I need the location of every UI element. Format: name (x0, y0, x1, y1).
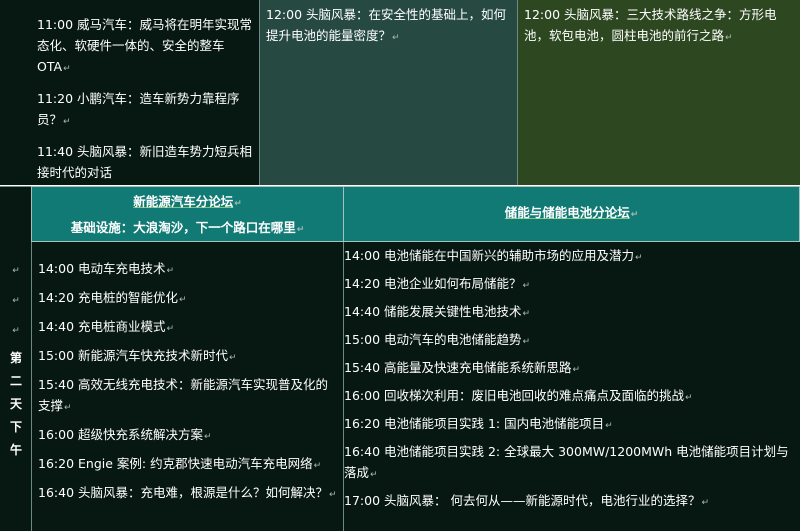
day-label-column: ↵ ↵ ↵ 第 二 天 下 午 (0, 186, 31, 531)
top-day-column (0, 0, 31, 185)
top-middle-cell: 12:00 头脑风暴：在安全性的基础上，如何提升电池的能量密度？↵ (259, 0, 517, 185)
schedule-item: 16:20 Engie 案例: 约克郡快速电动汽车充电网络↵ (38, 456, 322, 471)
top-schedule-cell: 11:00 威马汽车：威马将在明年实现常态化、软硬件一体的、安全的整车OTA↵ … (31, 0, 259, 185)
top-schedule-item: 11:40 头脑风暴：新旧造车势力短兵相接时代的对话 (37, 144, 252, 180)
schedule-item: 14:20 充电桩的智能优化↵ (38, 290, 187, 305)
forum-right-header: 储能与储能电池分论坛↵ (344, 186, 800, 242)
schedule-item: 14:40 储能发展关键性电池技术↵ (344, 304, 531, 319)
schedule-item: 16:00 超级快充系统解决方案↵ (38, 427, 212, 442)
forum-left-header: 新能源汽车分论坛↵ 基础设施：大浪淘沙，下一个路口在哪里↵ (31, 186, 344, 242)
top-schedule-item: 11:20 小鹏汽车：造车新势力靠程序员？↵ (37, 91, 240, 127)
day-paragraph-mark: ↵ (12, 266, 20, 276)
schedule-item: 16:20 电池储能项目实践 1: 国内电池储能项目↵ (344, 416, 613, 431)
schedule-item: 14:00 电动车充电技术↵ (38, 261, 175, 276)
schedule-item: 15:00 新能源汽车快充技术新时代↵ (38, 348, 237, 363)
schedule-item: 16:40 电池储能项目实践 2: 全球最大 300MW/1200MWh 电池储… (344, 444, 789, 480)
top-schedule-item: 11:00 威马汽车：威马将在明年实现常态化、软硬件一体的、安全的整车OTA↵ (37, 17, 252, 74)
day-paragraph-mark: ↵ (12, 326, 20, 336)
schedule-item: 14:40 充电桩商业模式↵ (38, 319, 175, 334)
forum-right-schedule: 14:00 电池储能在中国新兴的辅助市场的应用及潜力↵ 14:20 电池企业如何… (344, 242, 800, 531)
forum-left-schedule: 14:00 电动车充电技术↵ 14:20 充电桩的智能优化↵ 14:40 充电桩… (31, 242, 344, 531)
forum-right-title: 储能与储能电池分论坛↵ (504, 205, 639, 220)
schedule-item: 14:20 电池企业如何布局储能？↵ (344, 276, 531, 291)
schedule-item: 14:00 电池储能在中国新兴的辅助市场的应用及潜力↵ (344, 248, 643, 263)
day-paragraph-mark: ↵ (12, 296, 20, 306)
forum-left-subtitle: 基础设施：大浪淘沙，下一个路口在哪里↵ (70, 220, 305, 235)
schedule-item: 17:00 头脑风暴： 何去何从——新能源时代，电池行业的选择？↵ (344, 493, 710, 508)
forum-left-title: 新能源汽车分论坛↵ (133, 194, 242, 209)
top-right-text: 12:00 头脑风暴：三大技术路线之争：方形电池，软包电池，圆柱电池的前行之路↵ (524, 7, 777, 43)
schedule-item: 15:40 高能量及快速充电储能系统新思路↵ (344, 360, 581, 375)
schedule-item: 15:00 电动汽车的电池储能趋势↵ (344, 332, 531, 347)
day-label: 第 二 天 下 午 (9, 351, 22, 457)
schedule-item: 16:40 头脑风暴：充电难，根源是什么？如何解决？↵ (38, 485, 337, 500)
top-right-cell: 12:00 头脑风暴：三大技术路线之争：方形电池，软包电池，圆柱电池的前行之路↵ (517, 0, 800, 185)
top-middle-text: 12:00 头脑风暴：在安全性的基础上，如何提升电池的能量密度？↵ (266, 7, 506, 43)
schedule-item: 16:00 回收梯次利用：废旧电池回收的难点痛点及面临的挑战↵ (344, 388, 693, 403)
schedule-item: 15:40 高效无线充电技术：新能源汽车实现普及化的支撑↵ (38, 377, 328, 413)
